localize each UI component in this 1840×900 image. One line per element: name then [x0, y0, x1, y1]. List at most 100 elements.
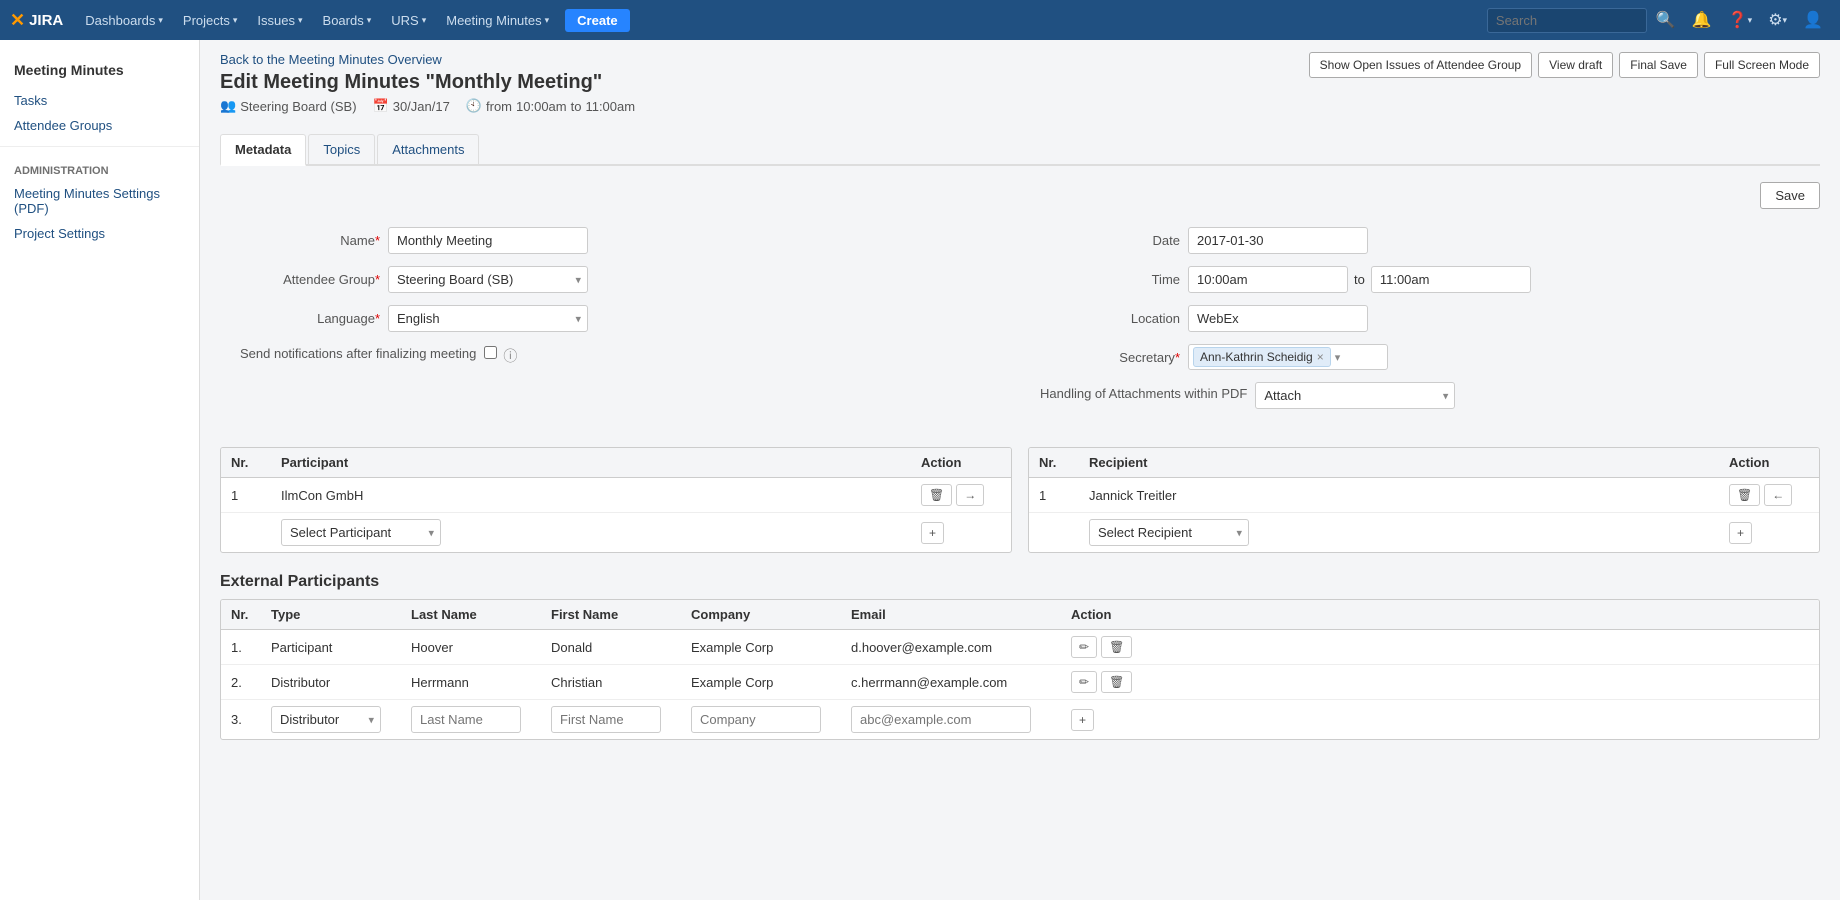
required-star: *	[375, 272, 380, 287]
add-participant-button[interactable]: +	[921, 522, 944, 544]
time-to-input[interactable]	[1371, 266, 1531, 293]
table-row-add: Select Participant +	[221, 513, 1011, 553]
notifications-checkbox[interactable]	[484, 346, 497, 359]
nav-issues[interactable]: Issues ▾	[249, 0, 310, 40]
help-icon[interactable]: ⓘ	[503, 346, 517, 366]
secretary-label: Secretary*	[1040, 350, 1180, 365]
date-input[interactable]	[1188, 227, 1368, 254]
edit-ext-row2-button[interactable]: ✏	[1071, 671, 1097, 693]
attendee-group-label: Attendee Group*	[240, 272, 380, 287]
edit-ext-row1-button[interactable]: ✏	[1071, 636, 1097, 658]
user-avatar[interactable]: 👤	[1796, 0, 1830, 40]
search-input[interactable]	[1487, 8, 1647, 33]
secretary-dropdown-arrow[interactable]: ▾	[1335, 351, 1341, 364]
notifications-checkbox-wrap: ⓘ	[484, 344, 517, 366]
ext-new-type-cell: Distributor Participant	[261, 700, 401, 740]
recipients-col-nr: Nr.	[1029, 448, 1079, 478]
show-open-issues-button[interactable]: Show Open Issues of Attendee Group	[1309, 52, 1532, 78]
nav-boards[interactable]: Boards ▾	[315, 0, 380, 40]
help-icon-button[interactable]: ❓▾	[1721, 0, 1759, 40]
clock-icon: 🕙	[466, 98, 482, 114]
ext-new-company-cell	[681, 700, 841, 740]
name-input[interactable]	[388, 227, 588, 254]
time-from-input[interactable]	[1188, 266, 1348, 293]
time-to-label: to	[1354, 272, 1365, 287]
save-top-area: Save	[220, 182, 1820, 209]
settings-icon-button[interactable]: ⚙▾	[1761, 0, 1794, 40]
secretary-tag-input[interactable]: Ann-Kathrin Scheidig × ▾	[1188, 344, 1388, 370]
chevron-down-icon: ▾	[422, 15, 427, 26]
name-field-row: Name*	[240, 227, 1000, 254]
ext-new-firstname-input[interactable]	[551, 706, 661, 733]
ext-new-lastname-input[interactable]	[411, 706, 521, 733]
view-draft-button[interactable]: View draft	[1538, 52, 1613, 78]
select-participant-wrap: Select Participant	[281, 519, 441, 546]
notifications-icon-button[interactable]: 🔔	[1685, 0, 1719, 40]
sidebar-item-tasks[interactable]: Tasks	[0, 88, 199, 113]
add-ext-row-button[interactable]: +	[1071, 709, 1094, 731]
nav-right: 🔍 🔔 ❓▾ ⚙▾ 👤	[1487, 0, 1830, 40]
move-participant-button[interactable]: →	[956, 484, 984, 506]
select-recipient-wrap: Select Recipient	[1089, 519, 1249, 546]
recipient-add-nr	[1029, 513, 1079, 553]
participants-section: Nr. Participant Action 1 IlmCon GmbH 🗑	[220, 447, 1820, 553]
top-navigation: ✕ JIRA Dashboards ▾ Projects ▾ Issues ▾ …	[0, 0, 1840, 40]
handling-select[interactable]: Attach Link Ignore	[1255, 382, 1455, 409]
header-action-buttons: Show Open Issues of Attendee Group View …	[1309, 52, 1820, 78]
participant-name: IlmCon GmbH	[271, 478, 911, 513]
participant-nr: 1	[221, 478, 271, 513]
jira-logo: ✕ JIRA	[10, 10, 63, 31]
ext-new-company-input[interactable]	[691, 706, 821, 733]
table-row: 1 IlmCon GmbH 🗑 →	[221, 478, 1011, 513]
ext-row1-email: d.hoover@example.com	[841, 630, 1061, 665]
nav-meeting-minutes[interactable]: Meeting Minutes ▾	[438, 0, 557, 40]
table-row: 2. Distributor Herrmann Christian Exampl…	[221, 665, 1819, 700]
tab-topics[interactable]: Topics	[308, 134, 375, 164]
nav-dashboards[interactable]: Dashboards ▾	[77, 0, 171, 40]
nav-urs[interactable]: URS ▾	[383, 0, 434, 40]
location-input[interactable]	[1188, 305, 1368, 332]
select-recipient[interactable]: Select Recipient	[1089, 519, 1249, 546]
create-button[interactable]: Create	[565, 9, 629, 32]
final-save-button[interactable]: Final Save	[1619, 52, 1698, 78]
delete-recipient-button[interactable]: 🗑	[1729, 484, 1760, 506]
back-link[interactable]: Back to the Meeting Minutes Overview	[220, 52, 442, 67]
sidebar-item-project-settings[interactable]: Project Settings	[0, 221, 199, 246]
sidebar: Meeting Minutes Tasks Attendee Groups AD…	[0, 40, 200, 900]
tab-metadata[interactable]: Metadata	[220, 134, 306, 166]
nav-projects[interactable]: Projects ▾	[175, 0, 246, 40]
secretary-tag-remove[interactable]: ×	[1317, 350, 1324, 364]
delete-ext-row1-button[interactable]: 🗑	[1101, 636, 1132, 658]
tab-attachments[interactable]: Attachments	[377, 134, 479, 164]
full-screen-button[interactable]: Full Screen Mode	[1704, 52, 1820, 78]
select-participant[interactable]: Select Participant	[281, 519, 441, 546]
delete-ext-row2-button[interactable]: 🗑	[1101, 671, 1132, 693]
move-recipient-button[interactable]: ←	[1764, 484, 1792, 506]
attendee-group-field-row: Attendee Group* Steering Board (SB)	[240, 266, 1000, 293]
attendee-group-select[interactable]: Steering Board (SB)	[388, 266, 588, 293]
language-select[interactable]: English German French	[388, 305, 588, 332]
add-recipient-button[interactable]: +	[1729, 522, 1752, 544]
attendee-group-select-wrap: Steering Board (SB)	[388, 266, 588, 293]
calendar-icon: 📅	[373, 98, 389, 114]
ext-new-email-input[interactable]	[851, 706, 1031, 733]
ext-col-type: Type	[261, 600, 401, 630]
sidebar-item-attendee-groups[interactable]: Attendee Groups	[0, 113, 199, 138]
ext-row1-firstname: Donald	[541, 630, 681, 665]
recipients-table: Nr. Recipient Action 1 Jannick Treitler …	[1029, 448, 1819, 552]
ext-row2-nr: 2.	[221, 665, 261, 700]
save-button[interactable]: Save	[1760, 182, 1820, 209]
external-participants-section: External Participants Nr. Type Last Name…	[220, 573, 1820, 740]
sidebar-item-mm-settings[interactable]: Meeting Minutes Settings (PDF)	[0, 181, 199, 221]
metadata-form: Name* Attendee Group* Steering Board (SB…	[220, 217, 1820, 431]
search-icon-button[interactable]: 🔍	[1649, 0, 1683, 40]
ext-row2-email: c.herrmann@example.com	[841, 665, 1061, 700]
ext-new-type-select[interactable]: Distributor Participant	[271, 706, 381, 733]
delete-participant-button[interactable]: 🗑	[921, 484, 952, 506]
required-star: *	[375, 233, 380, 248]
ext-new-lastname-cell	[401, 700, 541, 740]
participants-table-wrap: Nr. Participant Action 1 IlmCon GmbH 🗑	[220, 447, 1012, 553]
recipient-add-action: +	[1719, 513, 1819, 553]
handling-field-row: Handling of Attachments within PDF Attac…	[1040, 382, 1800, 409]
ext-row2-type: Distributor	[261, 665, 401, 700]
